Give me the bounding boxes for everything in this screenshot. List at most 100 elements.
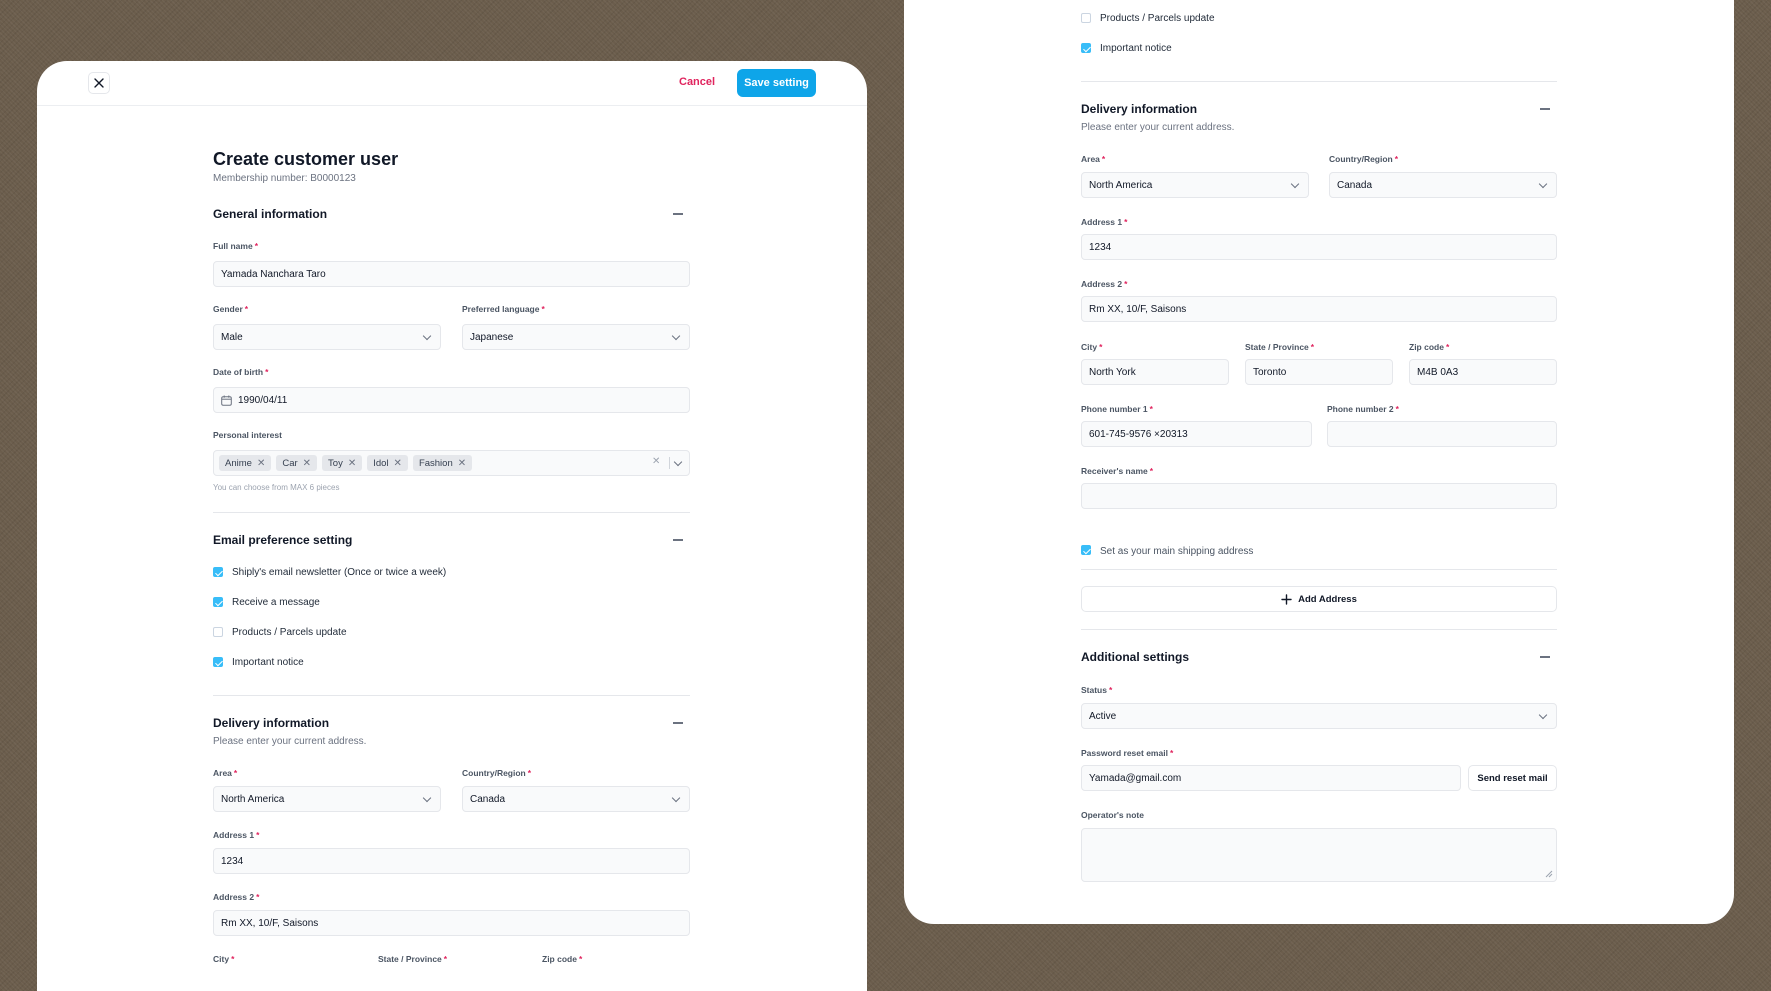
receive-message-checkbox[interactable]: [213, 597, 223, 607]
reset-email-input[interactable]: Yamada@gmail.com: [1081, 765, 1461, 791]
dob-input[interactable]: 1990/04/11: [213, 387, 690, 413]
country-select[interactable]: Canada: [462, 786, 690, 812]
area-select[interactable]: North America: [213, 786, 441, 812]
modal-header: Cancel Save setting: [37, 61, 867, 106]
chevron-down-icon[interactable]: [673, 457, 683, 467]
address1-label: Address 1 *: [1081, 217, 1128, 227]
collapse-icon[interactable]: [1540, 108, 1550, 110]
remove-tag-icon[interactable]: ✕: [348, 458, 356, 469]
collapse-icon[interactable]: [673, 539, 683, 541]
area-value: North America: [221, 793, 285, 805]
address2-input[interactable]: Rm XX, 10/F, Saisons: [213, 910, 690, 936]
create-user-modal-scrolled: Products / Parcels update Important noti…: [904, 0, 1734, 924]
section-title-additional: Additional settings: [1081, 650, 1189, 664]
country-label: Country/Region *: [462, 768, 532, 778]
country-value: Canada: [1337, 179, 1373, 191]
clear-all-icon[interactable]: ✕: [652, 456, 660, 467]
interest-tag[interactable]: Anime ✕: [219, 455, 272, 471]
address2-value: Rm XX, 10/F, Saisons: [1089, 303, 1187, 315]
address1-input[interactable]: 1234: [213, 848, 690, 874]
full-name-input[interactable]: Yamada Nanchara Taro: [213, 261, 690, 287]
chevron-down-icon: [671, 331, 681, 341]
full-name-value: Yamada Nanchara Taro: [221, 268, 326, 280]
add-address-label: Add Address: [1298, 593, 1357, 605]
zip-value: M4B 0A3: [1417, 366, 1459, 378]
chevron-down-icon: [671, 793, 681, 803]
state-label: State / Province *: [1245, 342, 1315, 352]
interest-label: Personal interest: [213, 430, 282, 440]
interest-tag[interactable]: Car ✕: [276, 455, 318, 471]
parcels-update-checkbox[interactable]: [1081, 13, 1091, 23]
interest-multiselect[interactable]: Anime ✕ Car ✕ Toy ✕ Idol ✕ Fashion ✕ ✕: [213, 450, 690, 476]
dob-label: Date of birth *: [213, 367, 269, 377]
interest-hint: You can choose from MAX 6 pieces: [213, 483, 340, 492]
address1-input[interactable]: 1234: [1081, 234, 1557, 260]
newsletter-label: Shiply's email newsletter (Once or twice…: [232, 567, 447, 578]
city-value: North York: [1089, 366, 1136, 378]
full-name-label: Full name *: [213, 241, 258, 251]
collapse-icon[interactable]: [1540, 656, 1550, 658]
plus-icon: [1281, 593, 1292, 605]
phone2-label: Phone number 2 *: [1327, 404, 1399, 414]
calendar-icon: [221, 395, 232, 406]
address1-value: 1234: [221, 855, 244, 867]
remove-tag-icon[interactable]: ✕: [458, 458, 466, 469]
section-title-delivery: Delivery information: [1081, 102, 1198, 116]
language-select[interactable]: Japanese: [462, 324, 690, 350]
section-divider: [213, 512, 690, 513]
important-notice-checkbox[interactable]: [213, 657, 223, 667]
phone2-input[interactable]: [1327, 421, 1557, 447]
phone1-value: 601-745-9576 ×20313: [1089, 428, 1188, 440]
main-address-checkbox[interactable]: [1081, 545, 1091, 555]
send-reset-mail-button[interactable]: Send reset mail: [1468, 765, 1557, 791]
remove-tag-icon[interactable]: ✕: [394, 458, 402, 469]
status-select[interactable]: Active: [1081, 703, 1557, 729]
gender-select[interactable]: Male: [213, 324, 441, 350]
area-value: North America: [1089, 179, 1153, 191]
zip-label: Zip code *: [1409, 342, 1450, 352]
parcels-update-checkbox[interactable]: [213, 627, 223, 637]
interest-tag[interactable]: Idol ✕: [367, 455, 408, 471]
zip-input[interactable]: M4B 0A3: [1409, 359, 1557, 385]
receiver-input[interactable]: [1081, 483, 1557, 509]
receiver-label: Receiver's name *: [1081, 466, 1154, 476]
collapse-icon[interactable]: [673, 722, 683, 724]
reset-email-value: Yamada@gmail.com: [1089, 772, 1182, 784]
chevron-down-icon: [1290, 179, 1300, 189]
remove-tag-icon[interactable]: ✕: [303, 458, 311, 469]
save-setting-button[interactable]: Save setting: [737, 69, 816, 97]
interest-tag[interactable]: Fashion ✕: [412, 455, 473, 471]
chevron-down-icon: [1538, 710, 1548, 720]
delivery-subtitle: Please enter your current address.: [1081, 122, 1235, 133]
close-button[interactable]: [88, 72, 110, 94]
chevron-down-icon: [422, 331, 432, 341]
state-input[interactable]: Toronto: [1245, 359, 1393, 385]
country-select[interactable]: Canada: [1329, 172, 1557, 198]
operator-note-label: Operator's note: [1081, 810, 1144, 820]
gender-value: Male: [221, 331, 243, 343]
dob-value: 1990/04/11: [238, 394, 288, 406]
operator-note-textarea[interactable]: [1081, 828, 1557, 882]
phone1-label: Phone number 1 *: [1081, 404, 1153, 414]
phone1-input[interactable]: 601-745-9576 ×20313: [1081, 421, 1312, 447]
resize-handle-icon[interactable]: [1545, 870, 1553, 878]
receive-message-label: Receive a message: [232, 597, 320, 608]
cancel-button[interactable]: Cancel: [679, 76, 715, 88]
newsletter-checkbox[interactable]: [213, 567, 223, 577]
area-select[interactable]: North America: [1081, 172, 1309, 198]
interest-tag[interactable]: Toy ✕: [322, 455, 363, 471]
section-title-email: Email preference setting: [213, 533, 353, 547]
state-value: Toronto: [1253, 366, 1287, 378]
address2-input[interactable]: Rm XX, 10/F, Saisons: [1081, 296, 1557, 322]
add-address-button[interactable]: Add Address: [1081, 586, 1557, 612]
remove-tag-icon[interactable]: ✕: [257, 458, 265, 469]
country-value: Canada: [470, 793, 506, 805]
main-address-label: Set as your main shipping address: [1100, 546, 1254, 557]
section-title-delivery: Delivery information: [213, 716, 330, 730]
section-divider: [1081, 569, 1557, 570]
page-title: Create customer user: [213, 149, 399, 169]
important-notice-checkbox[interactable]: [1081, 43, 1091, 53]
address2-value: Rm XX, 10/F, Saisons: [221, 917, 319, 929]
collapse-icon[interactable]: [673, 213, 683, 215]
city-input[interactable]: North York: [1081, 359, 1229, 385]
